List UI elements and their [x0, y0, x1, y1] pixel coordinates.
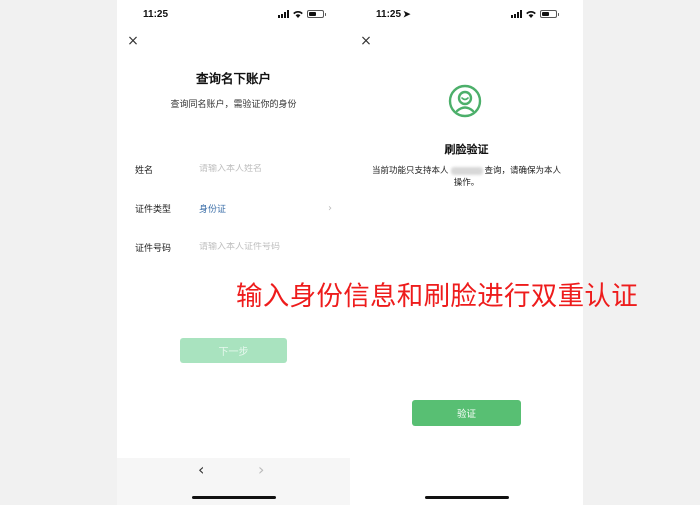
page-subtitle: 查询同名账户，需验证你的身份 — [170, 100, 297, 110]
name-input[interactable] — [199, 164, 332, 174]
home-indicator[interactable] — [424, 496, 509, 499]
status-time-text: 11:25 — [376, 9, 402, 20]
cellular-signal-icon — [278, 10, 289, 18]
status-time: 11:25 — [143, 9, 169, 20]
id-number-input[interactable] — [199, 242, 332, 252]
status-bar: 11:25 ➤ — [350, 0, 583, 30]
description-part-1: 当前功能只支持本人 — [371, 166, 449, 176]
wifi-icon — [526, 10, 536, 18]
face-verify-description: 当前功能只支持本人 查询，请确保为本人操作。 — [368, 165, 565, 189]
masked-name — [450, 166, 483, 175]
face-verification-screen: 11:25 ➤ × 刷脸验证 当前功能只支持本人 查询，请确保为本人操作。 验证 — [350, 0, 583, 505]
id-type-select[interactable]: 身份证 — [199, 202, 328, 215]
next-step-button[interactable]: 下一步 — [180, 338, 287, 363]
status-icons — [278, 10, 326, 18]
cellular-signal-icon — [511, 10, 522, 18]
verify-button[interactable]: 验证 — [412, 400, 521, 426]
query-accounts-screen: 11:25 × 查询名下账户 查询同名账户，需验证你的身份 姓名 证件类型 身份… — [117, 0, 350, 505]
chevron-right-icon: › — [328, 202, 332, 214]
home-indicator[interactable] — [191, 496, 276, 499]
back-arrow-icon[interactable]: ‹ — [198, 460, 204, 480]
id-number-row: 证件号码 — [135, 237, 332, 257]
close-icon[interactable]: × — [359, 34, 373, 48]
wifi-icon — [293, 10, 303, 18]
browser-toolbar: ‹ › — [117, 458, 350, 505]
id-number-label: 证件号码 — [135, 243, 172, 254]
battery-icon — [540, 10, 559, 18]
status-icons — [511, 10, 559, 18]
name-label: 姓名 — [135, 165, 154, 176]
face-verify-title: 刷脸验证 — [444, 143, 489, 156]
page-title: 查询名下账户 — [195, 71, 271, 86]
forward-arrow-icon[interactable]: › — [258, 460, 264, 480]
overlay-caption: 输入身份信息和刷脸进行双重认证 — [236, 281, 638, 312]
name-row: 姓名 — [135, 159, 332, 179]
battery-icon — [307, 10, 326, 18]
status-time: 11:25 ➤ — [376, 9, 411, 20]
id-type-row[interactable]: 证件类型 身份证 › — [135, 198, 332, 218]
id-type-label: 证件类型 — [135, 204, 172, 215]
close-icon[interactable]: × — [126, 34, 140, 48]
status-bar: 11:25 — [117, 0, 350, 30]
location-arrow-icon: ➤ — [403, 9, 411, 19]
face-scan-icon — [448, 84, 482, 118]
